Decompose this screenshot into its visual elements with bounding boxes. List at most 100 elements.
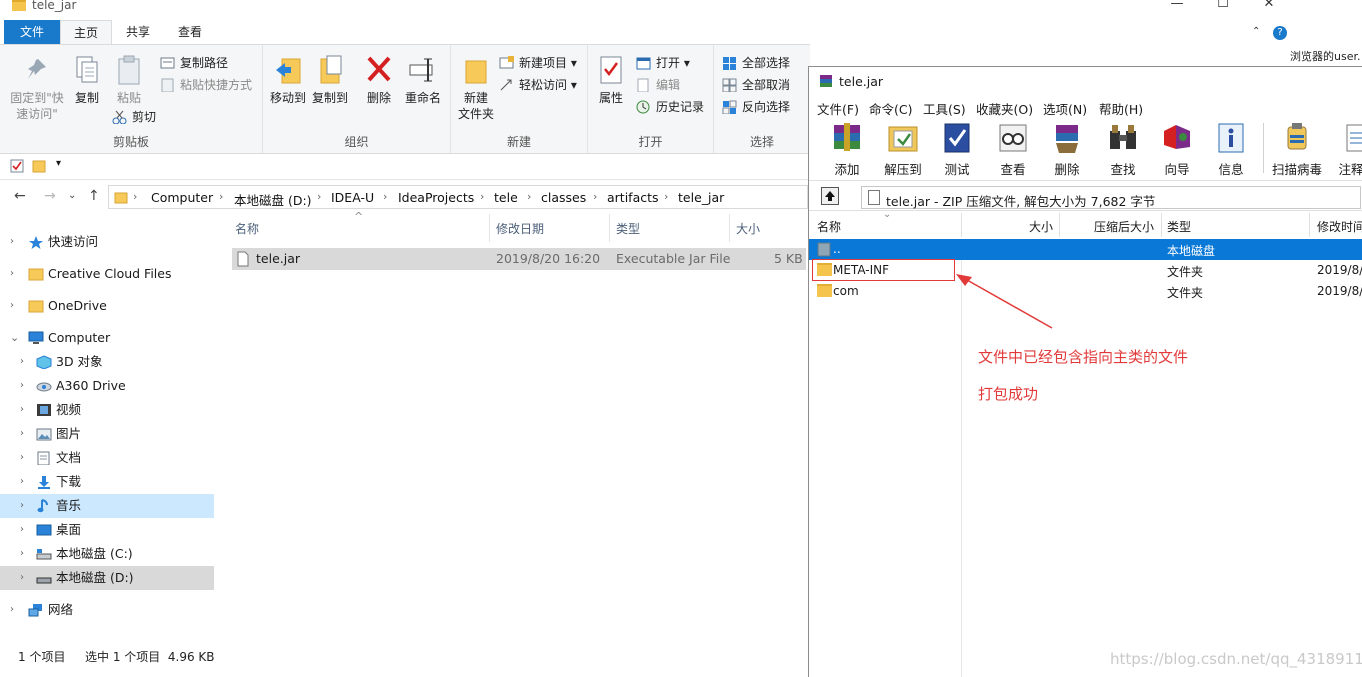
nav-music[interactable]: › 音乐 bbox=[0, 494, 214, 518]
tab-view[interactable]: 查看 bbox=[164, 20, 216, 44]
new-folder-button[interactable]: 新建 文件夹 bbox=[455, 53, 497, 122]
breadcrumb-ideaprojects[interactable]: IdeaProjects bbox=[398, 190, 474, 205]
column-date[interactable]: 修改日期 bbox=[496, 220, 544, 237]
select-all-button[interactable]: 全部选择 bbox=[722, 53, 790, 73]
nav-a360-drive[interactable]: › A360 Drive bbox=[0, 374, 214, 398]
column-name[interactable]: 名称 bbox=[235, 220, 259, 237]
breadcrumb-classes[interactable]: classes bbox=[541, 190, 586, 205]
history-button[interactable]: 历史记录 bbox=[636, 97, 704, 117]
column-size[interactable]: 大小 bbox=[736, 220, 760, 237]
expand-chevron-icon[interactable]: › bbox=[20, 542, 24, 566]
nav-pictures[interactable]: › 图片 bbox=[0, 422, 214, 446]
wr-column-size[interactable]: 大小 bbox=[1029, 218, 1053, 235]
wizard-button[interactable]: 向导 bbox=[1151, 121, 1203, 178]
breadcrumb-tele[interactable]: tele bbox=[494, 190, 518, 205]
expand-chevron-icon[interactable]: › bbox=[20, 350, 24, 374]
open-button[interactable]: 打开 ▾ bbox=[636, 53, 690, 73]
nav-computer[interactable]: ⌄ Computer bbox=[0, 326, 214, 350]
nav-quick-access[interactable]: › 快速访问 bbox=[0, 230, 214, 254]
up-arrow-icon[interactable]: ↑ bbox=[88, 188, 100, 204]
easy-access-button[interactable]: 轻松访问 ▾ bbox=[499, 75, 577, 95]
scan-virus-button[interactable]: 扫描病毒 bbox=[1269, 121, 1325, 178]
copy-to-button[interactable]: 复制到 bbox=[309, 53, 351, 106]
up-folder-button[interactable] bbox=[821, 187, 839, 205]
extract-to-button[interactable]: 解压到 bbox=[877, 121, 929, 178]
wr-column-packed[interactable]: 压缩后大小 bbox=[1094, 218, 1154, 235]
nav-local-disk-c[interactable]: › 本地磁盘 (C:) bbox=[0, 542, 214, 566]
properties-check-icon[interactable] bbox=[10, 159, 24, 173]
forward-arrow-icon[interactable]: → bbox=[44, 188, 56, 204]
ribbon-collapse-icon[interactable]: ⌃ bbox=[1252, 26, 1260, 37]
nav-creative-cloud-files[interactable]: › Creative Cloud Files bbox=[0, 262, 214, 286]
breadcrumb-idea-u[interactable]: IDEA-U bbox=[331, 190, 374, 205]
nav-downloads[interactable]: › 下载 bbox=[0, 470, 214, 494]
expand-chevron-icon[interactable]: › bbox=[20, 422, 24, 446]
wr-row-com[interactable]: com 文件夹 2019/8/ bbox=[809, 281, 1362, 302]
column-divider[interactable] bbox=[961, 213, 962, 237]
wr-column-name[interactable]: 名称 bbox=[817, 218, 841, 235]
copy-path-button[interactable]: 复制路径 bbox=[160, 53, 228, 73]
expand-chevron-icon[interactable]: › bbox=[20, 566, 24, 590]
new-folder-qat-icon[interactable] bbox=[32, 159, 46, 173]
expand-chevron-icon[interactable]: › bbox=[20, 518, 24, 542]
nav-local-disk-d[interactable]: › 本地磁盘 (D:) bbox=[0, 566, 214, 590]
expand-chevron-icon[interactable]: › bbox=[10, 598, 14, 622]
info-button[interactable]: 信息 bbox=[1205, 121, 1257, 178]
column-divider[interactable] bbox=[1059, 213, 1060, 237]
comment-button[interactable]: 注释 bbox=[1331, 121, 1362, 178]
nav-videos[interactable]: › 视频 bbox=[0, 398, 214, 422]
address-bar[interactable]: › Computer › 本地磁盘 (D:) › IDEA-U › IdeaPr… bbox=[108, 185, 808, 209]
new-item-button[interactable]: 新建项目 ▾ bbox=[499, 53, 577, 73]
find-button[interactable]: 查找 bbox=[1097, 121, 1149, 178]
tab-share[interactable]: 共享 bbox=[112, 20, 164, 44]
recent-locations-chevron-icon[interactable]: ⌄ bbox=[68, 190, 76, 201]
tab-home[interactable]: 主页 bbox=[60, 20, 112, 44]
rename-button[interactable]: 重命名 bbox=[401, 53, 445, 106]
copy-button[interactable]: 复制 bbox=[68, 53, 106, 106]
cut-button[interactable]: 剪切 bbox=[112, 107, 156, 127]
expand-chevron-icon[interactable]: › bbox=[20, 374, 24, 398]
file-row[interactable]: tele.jar 2019/8/20 16:20 Executable Jar … bbox=[232, 248, 806, 270]
collapse-chevron-icon[interactable]: ⌄ bbox=[10, 326, 19, 350]
column-type[interactable]: 类型 bbox=[616, 220, 640, 237]
qat-dropdown-icon[interactable]: ▾ bbox=[56, 158, 61, 169]
paste-shortcut-button[interactable]: 粘贴快捷方式 bbox=[160, 75, 252, 95]
nav-network[interactable]: › 网络 bbox=[0, 598, 214, 622]
delete-button[interactable]: 删除 bbox=[361, 53, 397, 106]
view-button[interactable]: 查看 bbox=[987, 121, 1039, 178]
wr-column-modified[interactable]: 修改时间 bbox=[1317, 218, 1362, 235]
wr-row-parent[interactable]: .. 本地磁盘 bbox=[809, 239, 1362, 260]
breadcrumb-d-drive[interactable]: 本地磁盘 (D:) bbox=[234, 190, 312, 209]
invert-selection-button[interactable]: 反向选择 bbox=[722, 97, 790, 117]
paste-button[interactable]: 粘贴 bbox=[110, 53, 148, 106]
properties-button[interactable]: 属性 bbox=[594, 53, 628, 106]
edit-button[interactable]: 编辑 bbox=[636, 75, 680, 95]
expand-chevron-icon[interactable]: › bbox=[20, 398, 24, 422]
expand-chevron-icon[interactable]: › bbox=[10, 262, 14, 286]
maximize-button[interactable]: ☐ bbox=[1200, 0, 1246, 14]
breadcrumb-artifacts[interactable]: artifacts bbox=[607, 190, 659, 205]
archive-path-field[interactable]: tele.jar - ZIP 压缩文件, 解包大小为 7,682 字节 bbox=[861, 186, 1361, 209]
close-button[interactable]: ✕ bbox=[1246, 0, 1292, 14]
expand-chevron-icon[interactable]: › bbox=[20, 470, 24, 494]
nav-onedrive[interactable]: › OneDrive bbox=[0, 294, 214, 318]
breadcrumb-computer[interactable]: Computer bbox=[151, 190, 213, 205]
menu-favorites[interactable]: 收藏夹(O) bbox=[976, 99, 1033, 118]
menu-options[interactable]: 选项(N) bbox=[1043, 99, 1087, 118]
minimize-button[interactable]: — bbox=[1154, 0, 1200, 14]
nav-3d-objects[interactable]: › 3D 对象 bbox=[0, 350, 214, 374]
add-button[interactable]: 添加 bbox=[821, 121, 873, 178]
nav-documents[interactable]: › 文档 bbox=[0, 446, 214, 470]
wr-column-type[interactable]: 类型 bbox=[1167, 218, 1191, 235]
column-divider[interactable] bbox=[729, 214, 730, 242]
menu-command[interactable]: 命令(C) bbox=[869, 99, 912, 118]
column-divider[interactable] bbox=[1309, 213, 1310, 237]
expand-chevron-icon[interactable]: › bbox=[20, 494, 24, 518]
column-divider[interactable] bbox=[609, 214, 610, 242]
breadcrumb-tele-jar[interactable]: tele_jar bbox=[678, 190, 724, 205]
delete-archive-button[interactable]: 删除 bbox=[1041, 121, 1093, 178]
column-divider[interactable] bbox=[489, 214, 490, 242]
select-none-button[interactable]: 全部取消 bbox=[722, 75, 790, 95]
menu-help[interactable]: 帮助(H) bbox=[1099, 99, 1143, 118]
pin-to-quick-access-button[interactable]: 固定到"快 速访问" bbox=[8, 53, 66, 122]
